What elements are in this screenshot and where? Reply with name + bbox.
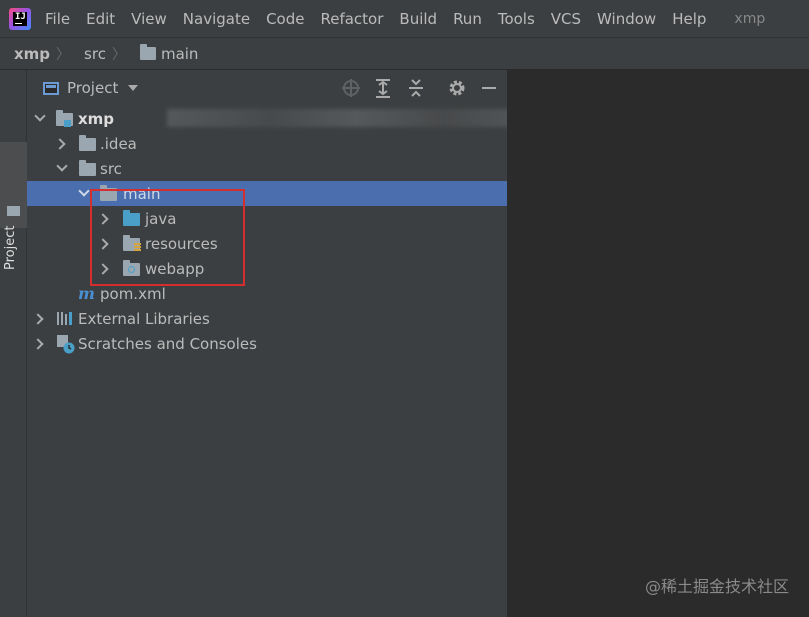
expanded-chevron-icon[interactable] bbox=[34, 110, 46, 122]
tree-label-src: src bbox=[100, 159, 122, 178]
tree-label-idea: .idea bbox=[100, 134, 137, 153]
menu-build[interactable]: Build bbox=[399, 10, 437, 28]
breadcrumb-item-src[interactable]: src bbox=[84, 45, 106, 63]
folder-icon bbox=[7, 206, 20, 216]
tree-label-xmp: xmp bbox=[78, 109, 115, 128]
project-panel: Project xmp .idea src main java resource… bbox=[27, 70, 512, 617]
breadcrumb: xmp 〉 src 〉 main bbox=[0, 37, 809, 70]
folder-icon bbox=[79, 135, 96, 151]
menu-run[interactable]: Run bbox=[453, 10, 482, 28]
blurred-path bbox=[167, 109, 512, 127]
folder-icon bbox=[139, 44, 156, 60]
project-tab-label: Project bbox=[3, 225, 18, 270]
red-annotation-box bbox=[90, 189, 245, 286]
scratches-icon bbox=[57, 335, 75, 354]
menu-vcs[interactable]: VCS bbox=[551, 10, 581, 28]
collapse-all-icon[interactable] bbox=[406, 78, 426, 98]
breadcrumb-separator-icon: 〉 bbox=[56, 46, 71, 63]
menu-code[interactable]: Code bbox=[266, 10, 304, 28]
menu-help[interactable]: Help bbox=[672, 10, 706, 28]
tree-row-src[interactable]: src bbox=[27, 156, 507, 181]
collapsed-chevron-icon[interactable] bbox=[32, 313, 44, 325]
breadcrumb-separator-icon: 〉 bbox=[111, 46, 126, 63]
menu-edit[interactable]: Edit bbox=[86, 10, 115, 28]
tree-label-external-libraries: External Libraries bbox=[78, 309, 210, 328]
panel-header: Project bbox=[27, 70, 507, 106]
menu-navigate[interactable]: Navigate bbox=[183, 10, 250, 28]
tree-row-idea[interactable]: .idea bbox=[27, 131, 507, 156]
view-selector-dropdown-icon[interactable] bbox=[128, 85, 139, 91]
tree-row-xmp[interactable]: xmp bbox=[27, 106, 512, 131]
breadcrumb-item-main-label: main bbox=[160, 44, 199, 63]
project-view-icon bbox=[43, 81, 59, 95]
intellij-logo-icon: IJ bbox=[9, 7, 31, 30]
menu-refactor[interactable]: Refactor bbox=[320, 10, 383, 28]
library-icon bbox=[57, 312, 72, 325]
watermark: @稀土掘金技术社区 bbox=[644, 577, 789, 596]
maven-icon: m bbox=[78, 284, 95, 303]
expanded-chevron-icon[interactable] bbox=[78, 185, 90, 197]
expand-all-icon[interactable] bbox=[373, 78, 393, 98]
menu-view[interactable]: View bbox=[131, 10, 167, 28]
breadcrumb-item-main[interactable]: main bbox=[139, 44, 199, 63]
collapsed-chevron-icon[interactable] bbox=[54, 138, 66, 150]
menu-file[interactable]: File bbox=[45, 10, 70, 28]
collapsed-chevron-icon[interactable] bbox=[32, 338, 44, 350]
folder-icon bbox=[79, 160, 96, 176]
tree-row-external-libraries[interactable]: External Libraries bbox=[27, 306, 507, 331]
menu-window[interactable]: Window bbox=[597, 10, 656, 28]
window-title: xmp bbox=[734, 10, 766, 27]
panel-title[interactable]: Project bbox=[67, 79, 118, 97]
gear-icon[interactable] bbox=[447, 78, 467, 98]
hide-panel-icon[interactable] bbox=[479, 78, 499, 98]
tree-label-pom: pom.xml bbox=[100, 284, 166, 303]
editor-area bbox=[507, 70, 809, 617]
tree-label-scratches: Scratches and Consoles bbox=[78, 334, 257, 353]
locate-target-icon[interactable] bbox=[341, 78, 361, 98]
menu-tools[interactable]: Tools bbox=[498, 10, 535, 28]
tree-row-scratches[interactable]: Scratches and Consoles bbox=[27, 331, 507, 356]
menu-bar: IJ File Edit View Navigate Code Refactor… bbox=[0, 0, 809, 37]
tool-window-strip: Project bbox=[0, 70, 27, 617]
module-badge-icon bbox=[64, 120, 71, 127]
breadcrumb-item-xmp[interactable]: xmp bbox=[14, 45, 50, 63]
expanded-chevron-icon[interactable] bbox=[56, 160, 68, 172]
